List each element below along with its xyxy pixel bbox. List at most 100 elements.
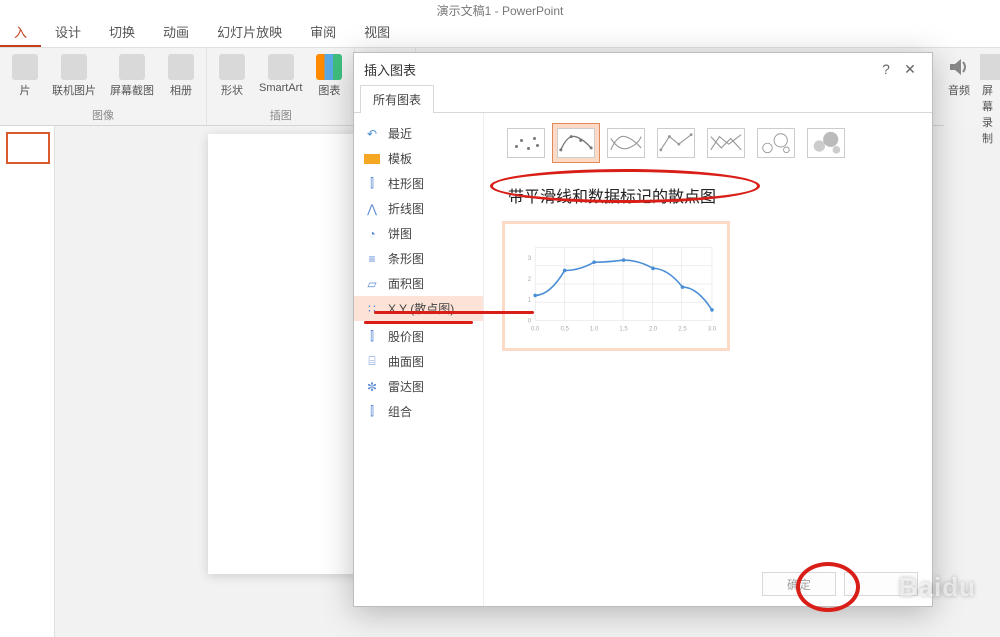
templates-icon bbox=[364, 154, 380, 164]
category-area[interactable]: ▱ 面积图 bbox=[354, 271, 483, 296]
category-combo[interactable]: ⫿组合 bbox=[354, 399, 483, 424]
straight-markers-icon bbox=[657, 128, 695, 158]
shapes-button[interactable]: 形状 bbox=[217, 52, 247, 100]
dialog-title: 插入图表 bbox=[364, 60, 416, 79]
screenshot-label: 屏幕截图 bbox=[110, 82, 154, 98]
screenshot-button[interactable]: 屏幕截图 bbox=[108, 52, 156, 100]
tab-insert[interactable]: 入 bbox=[0, 18, 41, 47]
screen-recording-button[interactable]: 屏幕录制 bbox=[980, 52, 1000, 148]
svg-text:3: 3 bbox=[528, 256, 532, 262]
dialog-close-button[interactable]: ✕ bbox=[898, 61, 922, 78]
chart-subtype-row bbox=[502, 123, 914, 163]
audio-button[interactable]: 音频 bbox=[944, 52, 974, 100]
subtype-straight-markers[interactable] bbox=[652, 123, 700, 163]
smartart-label: SmartArt bbox=[259, 82, 302, 94]
category-label: 面积图 bbox=[388, 275, 424, 292]
tab-transitions[interactable]: 切换 bbox=[95, 18, 149, 47]
screenshot-icon bbox=[119, 54, 145, 80]
chart-subtype-name: 带平滑线和数据标记的散点图 bbox=[502, 181, 722, 209]
svg-text:1: 1 bbox=[528, 298, 532, 304]
category-line[interactable]: ⋀ 折线图 bbox=[354, 196, 483, 221]
tab-review[interactable]: 审阅 bbox=[296, 18, 350, 47]
smooth-markers-icon bbox=[557, 128, 595, 158]
photo-album-button[interactable]: 相册 bbox=[166, 52, 196, 100]
bar-chart-icon: ≡ bbox=[364, 252, 380, 266]
category-label: 柱形图 bbox=[388, 175, 424, 192]
subtype-bubble-3d[interactable] bbox=[802, 123, 850, 163]
category-pie[interactable]: ◔ 饼图 bbox=[354, 221, 483, 246]
insert-chart-dialog: 插入图表 ? ✕ 所有图表 ↶ 最近 模板 ⫿柱形图 ⋀ 折线图 ◔ 饼图 ≡条形图 … bbox=[353, 52, 933, 607]
shapes-icon bbox=[219, 54, 245, 80]
category-bar[interactable]: ≡条形图 bbox=[354, 246, 483, 271]
category-radar[interactable]: ✼ 雷达图 bbox=[354, 374, 483, 399]
category-scatter[interactable]: ∷X Y (散点图) bbox=[354, 296, 483, 321]
subtype-scatter[interactable] bbox=[502, 123, 550, 163]
subtype-straight-line[interactable] bbox=[702, 123, 750, 163]
tab-slideshow[interactable]: 幻灯片放映 bbox=[203, 18, 296, 47]
audio-label: 音频 bbox=[948, 82, 970, 98]
smartart-icon bbox=[268, 54, 294, 80]
radar-chart-icon: ✼ bbox=[364, 380, 380, 394]
scatter-icon bbox=[507, 128, 545, 158]
svg-text:0: 0 bbox=[528, 318, 532, 324]
area-chart-icon: ▱ bbox=[364, 277, 380, 291]
svg-text:0.0: 0.0 bbox=[531, 326, 540, 332]
category-templates[interactable]: 模板 bbox=[354, 146, 483, 171]
group-media: 音频 屏幕录制 bbox=[944, 48, 1000, 126]
category-label: 曲面图 bbox=[388, 353, 424, 370]
online-pictures-label: 联机图片 bbox=[52, 82, 96, 98]
smartart-button[interactable]: SmartArt bbox=[257, 52, 304, 100]
category-column[interactable]: ⫿柱形图 bbox=[354, 171, 483, 196]
svg-text:1.5: 1.5 bbox=[619, 326, 628, 332]
category-label: 最近 bbox=[388, 125, 412, 142]
tab-design[interactable]: 设计 bbox=[41, 18, 95, 47]
cancel-button[interactable] bbox=[844, 572, 918, 596]
online-picture-icon bbox=[61, 54, 87, 80]
recent-icon: ↶ bbox=[364, 127, 380, 141]
subtype-smooth-line[interactable] bbox=[602, 123, 650, 163]
category-label: 组合 bbox=[388, 403, 412, 420]
line-chart-icon: ⋀ bbox=[364, 202, 380, 216]
straight-line-icon bbox=[707, 128, 745, 158]
dialog-help-button[interactable]: ? bbox=[874, 61, 898, 77]
online-pictures-button[interactable]: 联机图片 bbox=[50, 52, 98, 100]
category-label: 折线图 bbox=[388, 200, 424, 217]
subtype-smooth-markers[interactable] bbox=[552, 123, 600, 163]
group-illustrations: 形状 SmartArt 图表 插图 bbox=[207, 48, 355, 125]
category-label: X Y (散点图) bbox=[388, 300, 454, 317]
dialog-tabs: 所有图表 bbox=[354, 85, 932, 113]
bubble-icon bbox=[757, 128, 795, 158]
category-stock[interactable]: ⫿股价图 bbox=[354, 324, 483, 349]
illustrations-group-label: 插图 bbox=[217, 107, 344, 125]
tab-animations[interactable]: 动画 bbox=[149, 18, 203, 47]
screen-recording-label: 屏幕录制 bbox=[982, 82, 998, 146]
category-label: 饼图 bbox=[388, 225, 412, 242]
chart-button[interactable]: 图表 bbox=[314, 52, 344, 100]
album-label: 相册 bbox=[170, 82, 192, 98]
category-label: 雷达图 bbox=[388, 378, 424, 395]
subtype-bubble[interactable] bbox=[752, 123, 800, 163]
svg-text:2.0: 2.0 bbox=[649, 326, 658, 332]
record-icon bbox=[980, 54, 1000, 80]
surface-chart-icon: ⌸ bbox=[364, 355, 380, 369]
category-label: 股价图 bbox=[388, 328, 424, 345]
slide-thumbnail-1[interactable] bbox=[6, 132, 50, 164]
pie-chart-icon: ◔ bbox=[364, 227, 380, 241]
chart-icon bbox=[316, 54, 342, 80]
dialog-body: ↶ 最近 模板 ⫿柱形图 ⋀ 折线图 ◔ 饼图 ≡条形图 ▱ 面积图 ∷X Y (散点图… bbox=[354, 113, 932, 606]
svg-text:1.0: 1.0 bbox=[590, 326, 599, 332]
ribbon-tabs: 入 设计 切换 动画 幻灯片放映 审阅 视图 bbox=[0, 22, 1000, 48]
chart-label: 图表 bbox=[318, 82, 340, 98]
category-recent[interactable]: ↶ 最近 bbox=[354, 121, 483, 146]
tab-view[interactable]: 视图 bbox=[350, 18, 404, 47]
svg-text:2: 2 bbox=[528, 277, 532, 283]
ok-button[interactable]: 确定 bbox=[762, 572, 836, 596]
category-surface[interactable]: ⌸ 曲面图 bbox=[354, 349, 483, 374]
album-icon bbox=[168, 54, 194, 80]
pictures-button[interactable]: 片 bbox=[10, 52, 40, 100]
slide-thumbnails bbox=[0, 126, 55, 637]
dialog-footer: 确定 bbox=[762, 572, 918, 596]
speaker-icon bbox=[946, 54, 972, 80]
dialog-tab-all-charts[interactable]: 所有图表 bbox=[360, 85, 434, 113]
chart-preview[interactable]: 0.00.51.01.52.02.53.0 0123 bbox=[502, 221, 730, 351]
